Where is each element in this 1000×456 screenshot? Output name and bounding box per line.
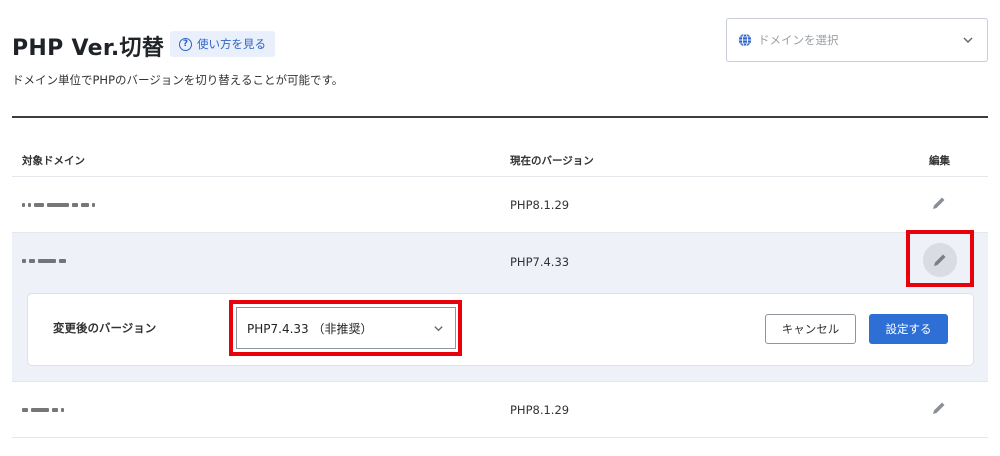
chevron-down-icon	[963, 37, 973, 43]
howto-button[interactable]: ? 使い方を見る	[170, 31, 275, 57]
column-header-domain: 対象ドメイン	[22, 155, 85, 167]
version-select-value: PHP7.4.33 （非推奨）	[247, 321, 373, 336]
header-divider	[12, 116, 988, 118]
globe-icon	[738, 33, 752, 47]
page-description: ドメイン単位でPHPのバージョンを切り替えることが可能です。	[12, 73, 344, 87]
version-select[interactable]: PHP7.4.33 （非推奨）	[236, 307, 456, 349]
chevron-down-icon	[434, 326, 443, 332]
page-title: PHP Ver.切替	[12, 36, 165, 61]
table-row	[12, 177, 988, 232]
question-icon: ?	[179, 37, 192, 51]
blurred-domain	[22, 259, 66, 263]
current-version: PHP7.4.33	[510, 255, 570, 269]
current-version: PHP8.1.29	[510, 403, 570, 417]
save-button[interactable]: 設定する	[869, 314, 948, 344]
pencil-icon[interactable]	[931, 195, 947, 211]
current-version: PHP8.1.29	[510, 198, 570, 212]
domain-select-placeholder: ドメインを選択	[758, 33, 839, 47]
highlight-box-edit	[906, 230, 974, 287]
row-divider	[12, 437, 988, 438]
domain-select[interactable]: ドメインを選択	[726, 18, 988, 62]
howto-label: 使い方を見る	[197, 37, 266, 51]
new-version-label: 変更後のバージョン	[53, 321, 157, 335]
cancel-button[interactable]: キャンセル	[765, 314, 856, 344]
blurred-domain	[22, 408, 64, 412]
column-header-version: 現在のバージョン	[510, 155, 594, 167]
column-header-edit: 編集	[929, 155, 950, 167]
blurred-domain	[22, 203, 95, 207]
pencil-icon[interactable]	[931, 400, 947, 416]
row-divider	[12, 381, 988, 382]
